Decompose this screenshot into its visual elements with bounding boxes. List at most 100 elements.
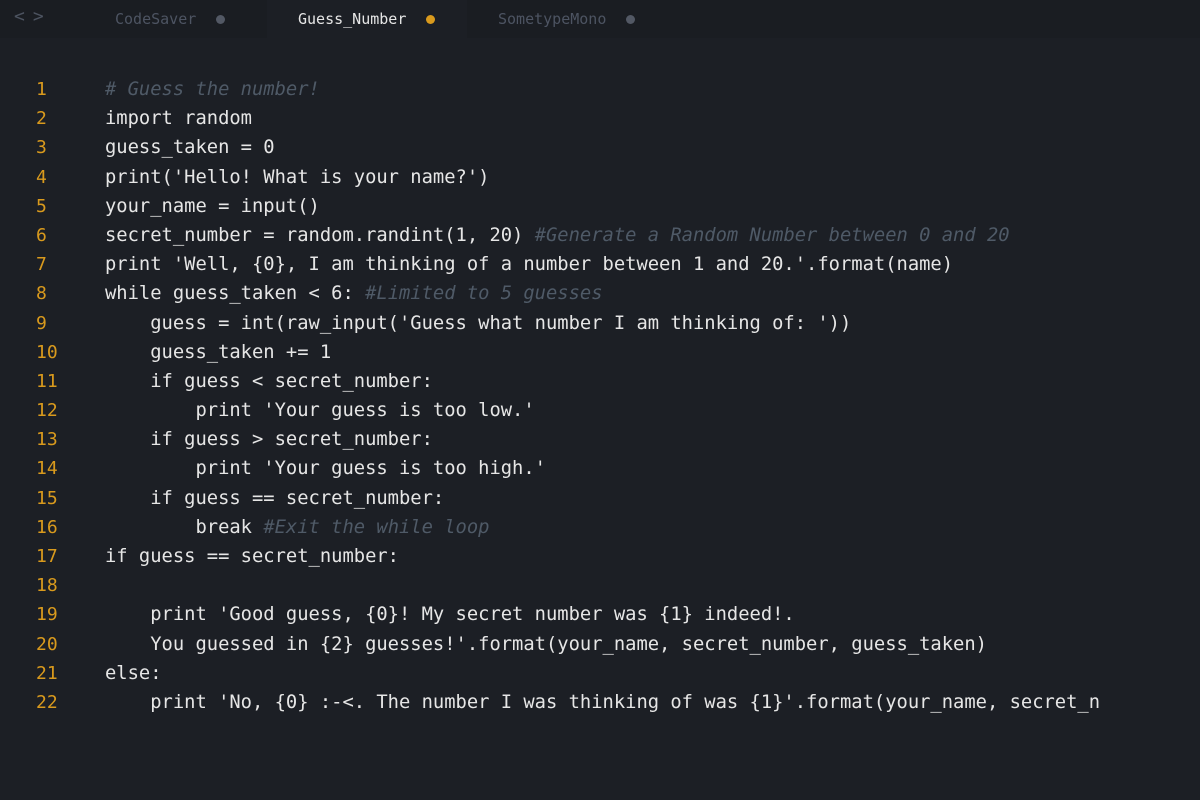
code-line[interactable]: 17 if guess == secret_number: bbox=[0, 542, 1200, 571]
code-source: your_name = input() bbox=[105, 195, 320, 217]
code-text: break #Exit the while loop bbox=[105, 513, 489, 542]
code-line[interactable]: 16 break #Exit the while loop bbox=[0, 513, 1200, 542]
code-text: print 'Well, {0}, I am thinking of a num… bbox=[105, 250, 953, 279]
line-number: 7 bbox=[36, 254, 47, 276]
tab-bar: <> CodeSaver Guess_Number SometypeMono bbox=[0, 0, 1200, 38]
tab-label: Guess_Number bbox=[298, 10, 407, 28]
code-line[interactable]: 22 print 'No, {0} :-<. The number I was … bbox=[0, 688, 1200, 717]
code-text: guess = int(raw_input('Guess what number… bbox=[105, 309, 851, 338]
code-text: print 'Your guess is too low.' bbox=[105, 396, 535, 425]
unsaved-dot-icon[interactable] bbox=[426, 14, 436, 24]
code-source: while guess_taken < 6: bbox=[105, 283, 366, 305]
close-dot-icon[interactable] bbox=[216, 14, 226, 24]
code-text: your_name = input() bbox=[105, 192, 320, 221]
tab-codesaver[interactable]: CodeSaver bbox=[0, 0, 266, 38]
code-line[interactable]: 3 guess_taken = 0 bbox=[0, 133, 1200, 162]
tab-label: CodeSaver bbox=[115, 10, 197, 28]
code-source: guess_taken += 1 bbox=[105, 341, 332, 363]
code-source: break bbox=[105, 516, 264, 538]
line-number: 15 bbox=[36, 487, 58, 509]
code-text: You guessed in {2} guesses!'.format(your… bbox=[105, 630, 987, 659]
line-number: 5 bbox=[36, 195, 47, 217]
code-text: secret_number = random.randint(1, 20) #G… bbox=[105, 221, 1010, 250]
code-source: import random bbox=[105, 108, 252, 130]
line-number: 4 bbox=[36, 166, 47, 188]
line-number: 19 bbox=[36, 604, 58, 626]
code-line[interactable]: 12 print 'Your guess is too low.' bbox=[0, 396, 1200, 425]
line-number: 13 bbox=[36, 429, 58, 451]
line-number: 10 bbox=[36, 341, 58, 363]
line-number: 12 bbox=[36, 400, 58, 422]
line-number: 2 bbox=[36, 108, 47, 130]
code-text: else: bbox=[105, 659, 162, 688]
code-line[interactable]: 13 if guess > secret_number: bbox=[0, 425, 1200, 454]
code-line[interactable]: 9 guess = int(raw_input('Guess what numb… bbox=[0, 309, 1200, 338]
code-source: if guess == secret_number: bbox=[105, 487, 445, 509]
code-editor[interactable]: 1 # Guess the number! 2 import random 3 guess… bbox=[0, 75, 1200, 775]
code-text: if guess == secret_number: bbox=[105, 484, 444, 513]
tab-sometypemono[interactable]: SometypeMono bbox=[468, 0, 688, 38]
line-number: 9 bbox=[36, 312, 47, 334]
code-source: if guess < secret_number: bbox=[105, 370, 433, 392]
line-number: 8 bbox=[36, 283, 47, 305]
code-text: import random bbox=[105, 104, 252, 133]
code-line[interactable]: 11 if guess < secret_number: bbox=[0, 367, 1200, 396]
code-line[interactable]: 7 print 'Well, {0}, I am thinking of a nu… bbox=[0, 250, 1200, 279]
code-line[interactable]: 15 if guess == secret_number: bbox=[0, 484, 1200, 513]
code-text: print('Hello! What is your name?') bbox=[105, 163, 489, 192]
code-line[interactable]: 14 print 'Your guess is too high.' bbox=[0, 454, 1200, 483]
code-source: if guess > secret_number: bbox=[105, 429, 433, 451]
line-number: 6 bbox=[36, 224, 47, 246]
code-line[interactable]: 19 print 'Good guess, {0}! My secret num… bbox=[0, 600, 1200, 629]
line-number: 17 bbox=[36, 546, 58, 567]
line-number: 14 bbox=[36, 458, 58, 480]
code-text: if guess > secret_number: bbox=[105, 425, 433, 454]
code-source: print('Hello! What is your name?') bbox=[105, 166, 490, 188]
code-line[interactable]: 6 secret_number = random.randint(1, 20) #… bbox=[0, 221, 1200, 250]
code-source: You guessed in {2} guesses!'.format(your… bbox=[105, 633, 987, 655]
code-text: if guess < secret_number: bbox=[105, 367, 433, 396]
code-line[interactable]: 20 You guessed in {2} guesses!'.format(y… bbox=[0, 630, 1200, 659]
tab-guess-number[interactable]: Guess_Number bbox=[267, 0, 467, 38]
code-source: print 'Well, {0}, I am thinking of a num… bbox=[105, 254, 954, 276]
code-text: guess_taken = 0 bbox=[105, 133, 275, 162]
line-number: 21 bbox=[36, 662, 58, 684]
line-number: 18 bbox=[36, 575, 58, 597]
line-number: 11 bbox=[36, 370, 58, 392]
code-comment: #Exit the while loop bbox=[263, 516, 490, 538]
line-number: 3 bbox=[36, 137, 47, 159]
code-source: guess = int(raw_input('Guess what number… bbox=[105, 312, 852, 334]
code-text: print 'Good guess, {0}! My secret number… bbox=[105, 600, 795, 629]
code-source: print 'No, {0} :-<. The number I was thi… bbox=[105, 691, 1101, 713]
code-text: guess_taken += 1 bbox=[105, 338, 331, 367]
code-line[interactable]: 10 guess_taken += 1 bbox=[0, 338, 1200, 367]
code-line[interactable]: 2 import random bbox=[0, 104, 1200, 133]
code-comment: #Generate a Random Number between 0 and … bbox=[534, 224, 1010, 246]
code-text: while guess_taken < 6: #Limited to 5 gue… bbox=[105, 279, 603, 308]
code-line[interactable]: 18 bbox=[0, 571, 1200, 600]
code-text: print 'No, {0} :-<. The number I was thi… bbox=[105, 688, 1100, 717]
code-line[interactable]: 8 while guess_taken < 6: #Limited to 5 gu… bbox=[0, 279, 1200, 308]
code-source: print 'Your guess is too high.' bbox=[105, 458, 546, 480]
code-source: if guess == secret_number: bbox=[105, 546, 399, 567]
code-comment: # Guess the number! bbox=[105, 79, 320, 100]
code-line[interactable]: 5 your_name = input() bbox=[0, 192, 1200, 221]
code-source: print 'Good guess, {0}! My secret number… bbox=[105, 604, 795, 626]
code-source: print 'Your guess is too low.' bbox=[105, 400, 535, 422]
line-number: 20 bbox=[36, 633, 58, 655]
line-number: 1 bbox=[36, 79, 47, 100]
line-number: 16 bbox=[36, 516, 58, 538]
line-number: 22 bbox=[36, 691, 58, 713]
code-text: print 'Your guess is too high.' bbox=[105, 454, 546, 483]
code-source: secret_number = random.randint(1, 20) bbox=[105, 224, 535, 246]
code-line[interactable]: 21 else: bbox=[0, 659, 1200, 688]
close-dot-icon[interactable] bbox=[626, 14, 636, 24]
code-text: if guess == secret_number: bbox=[105, 542, 399, 571]
tab-label: SometypeMono bbox=[498, 10, 607, 28]
code-line[interactable]: 4 print('Hello! What is your name?') bbox=[0, 163, 1200, 192]
code-source: else: bbox=[105, 662, 162, 684]
code-source: guess_taken = 0 bbox=[105, 137, 275, 159]
code-comment: #Limited to 5 guesses bbox=[365, 283, 603, 305]
code-text: # Guess the number! bbox=[105, 75, 320, 104]
code-line[interactable]: 1 # Guess the number! bbox=[0, 75, 1200, 104]
